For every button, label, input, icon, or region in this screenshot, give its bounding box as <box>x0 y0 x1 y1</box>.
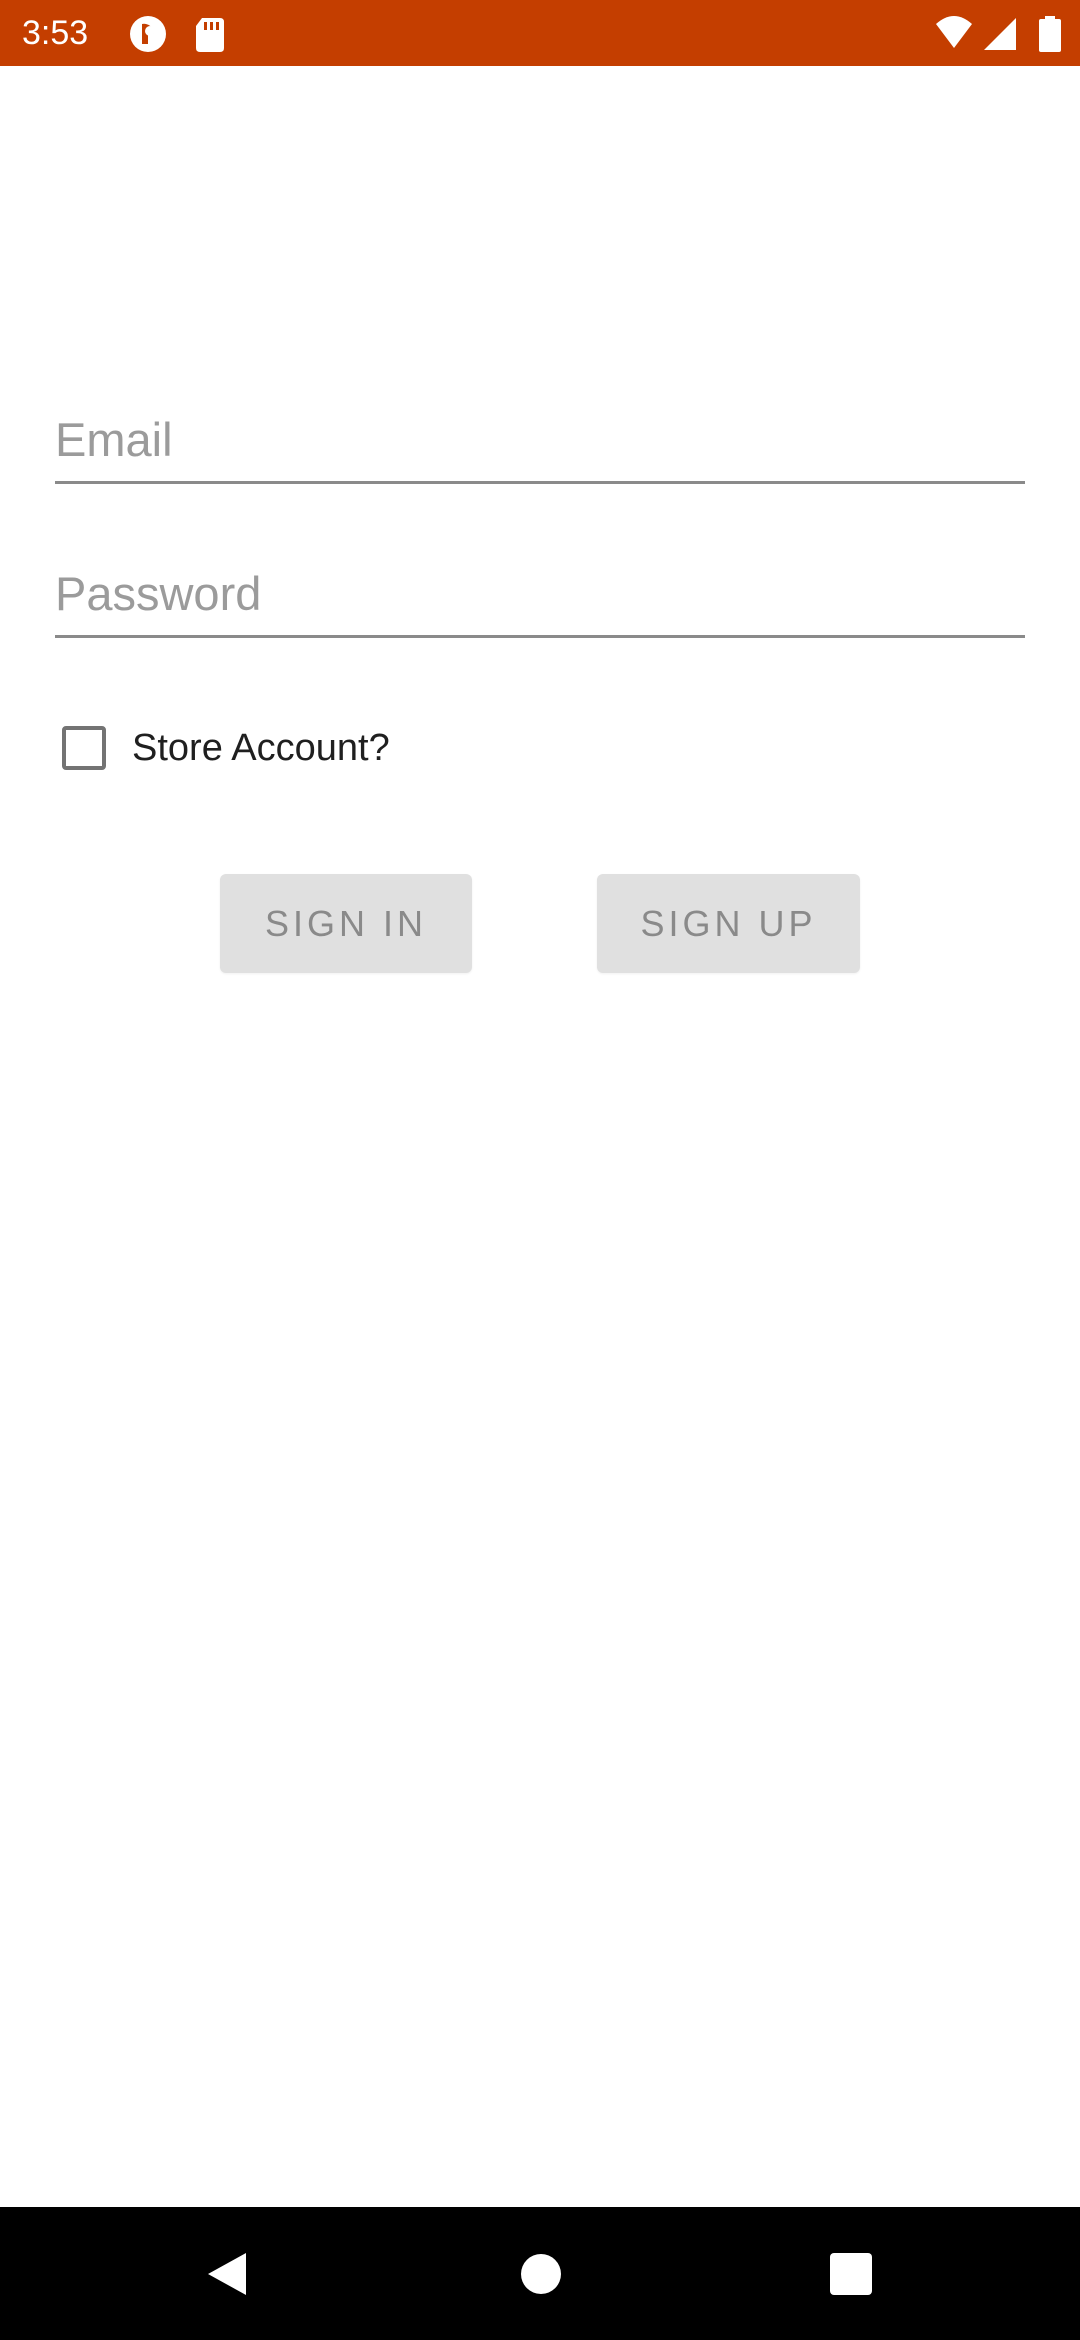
sign-up-button[interactable]: SIGN UP <box>597 874 860 973</box>
battery-icon <box>1030 14 1070 54</box>
password-field-container <box>55 552 1025 642</box>
email-field[interactable] <box>55 398 1025 484</box>
back-icon[interactable] <box>160 2207 293 2340</box>
recents-icon[interactable] <box>784 2207 917 2340</box>
password-field[interactable] <box>55 552 1025 638</box>
status-bar: 3:53 <box>0 0 1080 66</box>
status-time: 3:53 <box>22 14 89 52</box>
login-screen: 3:53 Email Store Account? SIGN IN SIGN U… <box>0 0 1080 2340</box>
navigation-bar <box>0 2207 1080 2340</box>
pocket-casts-icon <box>128 14 168 54</box>
sign-in-button[interactable]: SIGN IN <box>220 874 472 973</box>
home-icon[interactable] <box>474 2207 607 2340</box>
wifi-icon <box>934 14 974 54</box>
store-account-label: Store Account? <box>132 726 390 769</box>
signal-icon <box>980 14 1020 54</box>
sd-card-icon <box>190 14 230 54</box>
email-field-container <box>55 398 1025 488</box>
store-account-checkbox-row[interactable]: Store Account? <box>62 722 390 774</box>
store-account-checkbox[interactable] <box>62 726 106 770</box>
